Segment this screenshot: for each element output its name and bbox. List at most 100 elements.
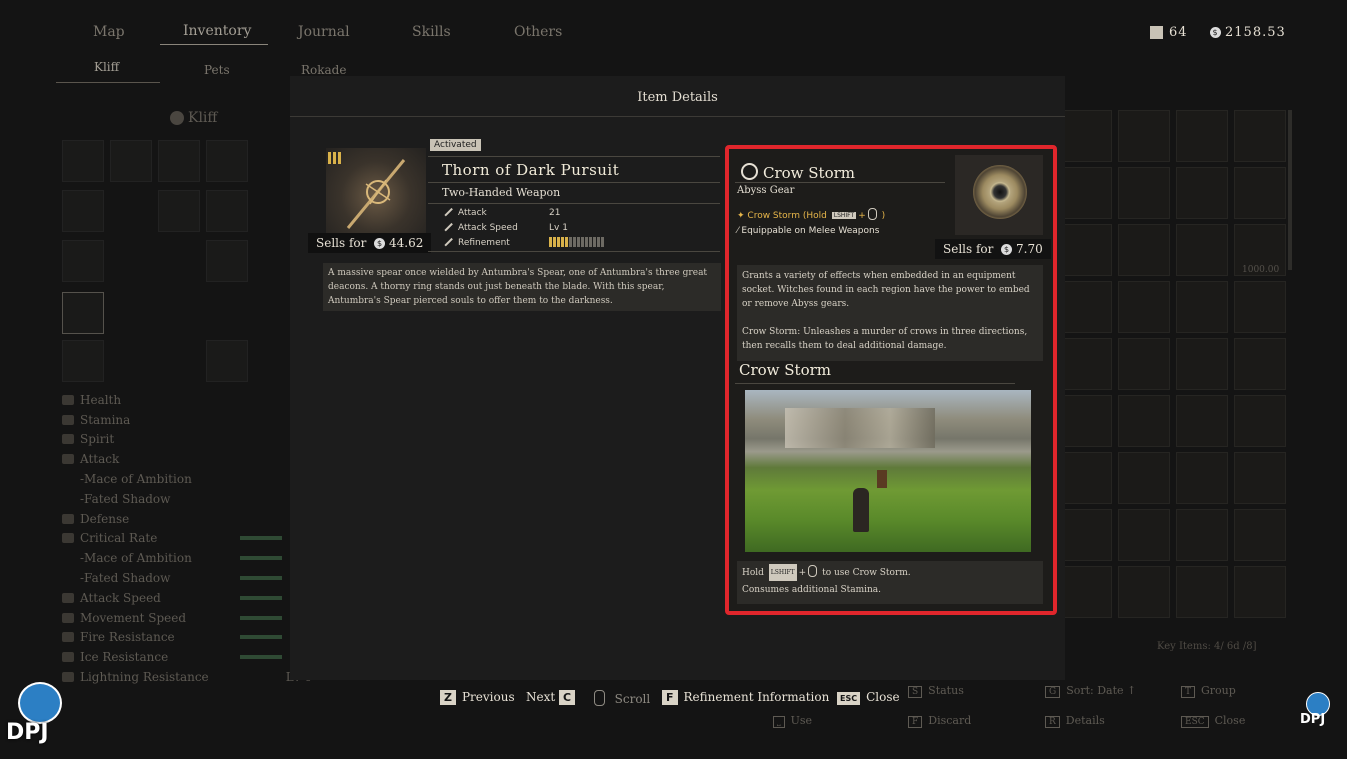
- silver-count: $2158.53: [1210, 25, 1286, 40]
- divider: [428, 156, 720, 157]
- inventory-slot[interactable]: [1176, 224, 1228, 276]
- refinement-segment: [549, 237, 552, 247]
- speed-icon: [444, 222, 454, 233]
- equip-slot[interactable]: [62, 140, 104, 182]
- inventory-slot[interactable]: [1118, 452, 1170, 504]
- close-hint[interactable]: ESC Close: [1181, 714, 1245, 728]
- stat-label: -Fated Shadow: [80, 491, 171, 506]
- equip-slot-selected[interactable]: [62, 292, 104, 334]
- silver-coin-icon: $: [1001, 244, 1013, 255]
- subtab-pets[interactable]: Pets: [204, 63, 230, 77]
- refinement-segment: [597, 237, 600, 247]
- inventory-slot[interactable]: [1234, 509, 1286, 561]
- next-control[interactable]: Next C: [526, 690, 581, 705]
- previous-control[interactable]: Z Previous: [440, 690, 515, 705]
- inventory-slot[interactable]: [1118, 338, 1170, 390]
- refinement-segment: [601, 237, 604, 247]
- stat-row: Attack Speed: [62, 588, 322, 608]
- tab-journal[interactable]: Journal: [298, 24, 350, 40]
- inventory-slot[interactable]: [1118, 224, 1170, 276]
- inventory-slot[interactable]: [1060, 452, 1112, 504]
- subtab-rokade[interactable]: Rokade: [301, 63, 346, 77]
- stat-bar: [240, 615, 282, 620]
- inventory-slot[interactable]: [1234, 395, 1286, 447]
- inventory-slot[interactable]: [1060, 395, 1112, 447]
- inventory-scrollbar[interactable]: [1288, 110, 1292, 270]
- refinement-segment: [573, 237, 576, 247]
- inventory-slot[interactable]: [1234, 167, 1286, 219]
- equip-slot[interactable]: [206, 140, 248, 182]
- details-hint[interactable]: R Details: [1045, 714, 1105, 728]
- equip-slot[interactable]: [206, 190, 248, 232]
- refinement-segment: [553, 237, 556, 247]
- inventory-slot[interactable]: [1176, 395, 1228, 447]
- stat-bar: [240, 655, 282, 660]
- equip-slot[interactable]: [206, 240, 248, 282]
- inventory-slot[interactable]: [1060, 167, 1112, 219]
- inventory-slot[interactable]: [1060, 338, 1112, 390]
- silver-coin-icon: $: [374, 238, 386, 249]
- gear-description-skill: Crow Storm: Unleashes a murder of crows …: [742, 327, 1028, 351]
- equip-slot[interactable]: [62, 240, 104, 282]
- sort-hint[interactable]: G Sort: Date ↑: [1045, 684, 1136, 698]
- inventory-slot[interactable]: [1060, 509, 1112, 561]
- inventory-slot[interactable]: [1118, 566, 1170, 618]
- discard-hint[interactable]: F Discard: [908, 714, 971, 728]
- inventory-slot[interactable]: [1060, 110, 1112, 162]
- gear-description-effects: Grants a variety of effects when embedde…: [742, 271, 1030, 309]
- stat-bar: [240, 595, 282, 600]
- stamina-note: Consumes additional Stamina.: [742, 585, 882, 595]
- refinement-segment: [569, 237, 572, 247]
- inventory-slot[interactable]: [1176, 566, 1228, 618]
- inventory-slot[interactable]: [1234, 281, 1286, 333]
- stat-bar: [240, 635, 282, 640]
- refinement-stat: Refinement: [444, 237, 510, 248]
- inventory-slot[interactable]: [1234, 452, 1286, 504]
- tab-map[interactable]: Map: [93, 24, 125, 40]
- inventory-slot[interactable]: [1060, 281, 1112, 333]
- refinement-info-control[interactable]: F Refinement Information: [662, 690, 829, 705]
- character-stats: Health112Stamina320Spirit60 Attack -Mace o…: [62, 390, 322, 687]
- subtab-kliff[interactable]: Kliff: [94, 60, 119, 74]
- mouse-scroll-icon: [594, 690, 605, 706]
- tab-inventory[interactable]: Inventory: [183, 23, 251, 39]
- stat-label: Lightning Resistance: [80, 670, 209, 685]
- inventory-slot[interactable]: [1118, 395, 1170, 447]
- stat-row: -Mace of Ambition: [62, 548, 322, 568]
- inventory-slot[interactable]: [1118, 110, 1170, 162]
- close-control[interactable]: ESC Close: [837, 690, 900, 705]
- inventory-slot[interactable]: [1118, 167, 1170, 219]
- tab-others[interactable]: Others: [514, 24, 562, 40]
- inventory-slot[interactable]: [1176, 452, 1228, 504]
- equip-slot[interactable]: [62, 340, 104, 382]
- tab-skills[interactable]: Skills: [412, 24, 451, 40]
- inventory-slot[interactable]: [1060, 566, 1112, 618]
- equip-slot[interactable]: [206, 340, 248, 382]
- stat-bar: [240, 556, 282, 561]
- group-hint[interactable]: T Group: [1181, 684, 1236, 698]
- inventory-slot[interactable]: [1176, 338, 1228, 390]
- inventory-slot[interactable]: [1176, 167, 1228, 219]
- stat-icon: [62, 612, 74, 623]
- use-hint[interactable]: ⎵ Use: [773, 714, 812, 728]
- inventory-slot[interactable]: [1176, 281, 1228, 333]
- inventory-slot[interactable]: [1176, 110, 1228, 162]
- scroll-control[interactable]: Scroll: [592, 690, 650, 706]
- equip-slot[interactable]: [110, 140, 152, 182]
- stat-label: Spirit: [80, 432, 115, 447]
- equip-slot[interactable]: [62, 190, 104, 232]
- inventory-slot[interactable]: [1118, 281, 1170, 333]
- stat-row: Ice Resistance: [62, 647, 322, 667]
- divider: [735, 182, 945, 183]
- inventory-slot[interactable]: [1118, 509, 1170, 561]
- item-count: 1000.00: [1242, 265, 1280, 275]
- inventory-slot[interactable]: [1060, 224, 1112, 276]
- inventory-slot[interactable]: [1234, 110, 1286, 162]
- inventory-slot[interactable]: [1234, 566, 1286, 618]
- equip-slot[interactable]: [158, 190, 200, 232]
- equip-slot[interactable]: [158, 140, 200, 182]
- inventory-slot[interactable]: [1176, 509, 1228, 561]
- status-hint[interactable]: S Status: [908, 684, 964, 698]
- inventory-slot[interactable]: [1234, 338, 1286, 390]
- dialog-title: Item Details: [637, 90, 718, 105]
